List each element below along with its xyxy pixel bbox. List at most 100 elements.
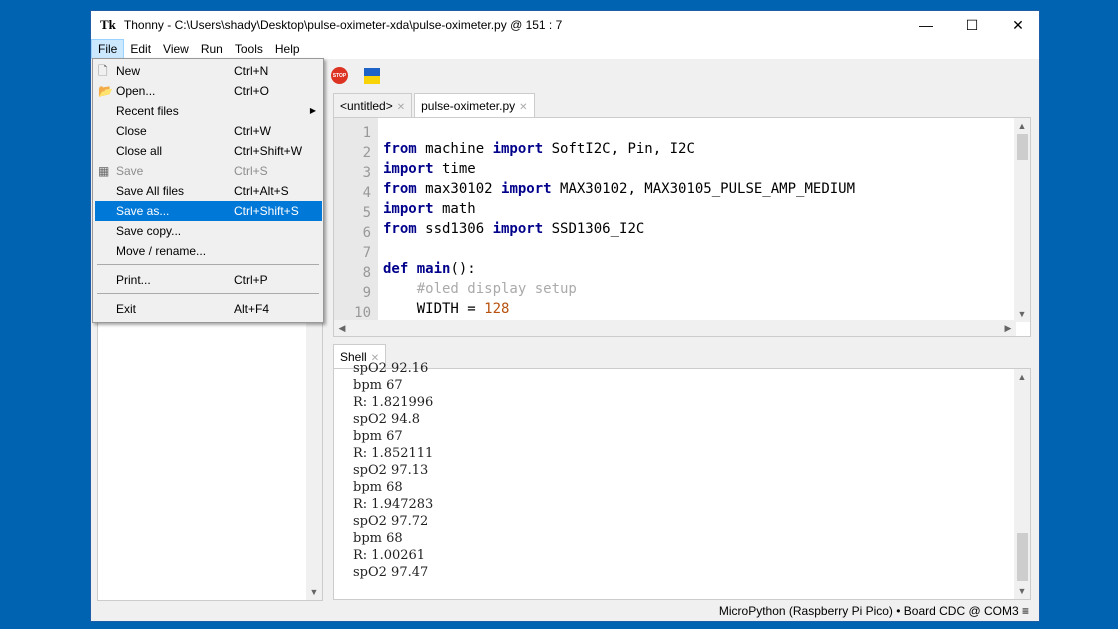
menu-item-move-rename[interactable]: Move / rename... [95, 241, 322, 261]
menu-edit[interactable]: Edit [124, 39, 157, 59]
menu-item-recent-files[interactable]: Recent files ▶ [95, 101, 322, 121]
close-tab-icon[interactable]: ✕ [519, 102, 527, 113]
shell-line: bpm 68 [353, 480, 403, 495]
line-number: 9 [362, 285, 371, 301]
scroll-right-icon[interactable]: ▶ [1000, 320, 1016, 336]
shell-line: R: 1.947283 [353, 497, 434, 512]
window-title: Thonny - C:\Users\shady\Desktop\pulse-ox… [123, 18, 563, 32]
menu-item-label: Open... [116, 84, 156, 98]
line-number: 5 [362, 205, 371, 221]
menu-item-close[interactable]: Close Ctrl+W [95, 121, 322, 141]
menu-bar: File Edit View Run Tools Help [91, 39, 1039, 59]
shell-line: R: 1.821996 [353, 395, 434, 410]
open-folder-icon: 📂 [98, 84, 113, 98]
menu-item-shortcut: Ctrl+S [234, 164, 268, 178]
tab-label: <untitled> [340, 99, 393, 113]
menu-view[interactable]: View [157, 39, 195, 59]
menu-item-shortcut: Ctrl+W [234, 124, 271, 138]
editor-vscrollbar[interactable]: ▲ ▼ [1014, 118, 1030, 322]
shell-line: bpm 67 [353, 429, 403, 444]
scroll-down-icon[interactable]: ▼ [1014, 583, 1030, 599]
shell-line: spO2 97.47 [353, 565, 429, 580]
menu-separator [97, 293, 319, 294]
menu-item-label: Save as... [116, 204, 170, 218]
line-number: 8 [362, 265, 371, 281]
editor-hscrollbar[interactable]: ◀ ▶ [334, 320, 1016, 336]
close-tab-icon[interactable]: ✕ [397, 102, 405, 113]
editor-tabs: <untitled> ✕ pulse-oximeter.py ✕ [333, 93, 537, 117]
scroll-left-icon[interactable]: ◀ [334, 320, 350, 336]
menu-item-label: Close [116, 124, 147, 138]
menu-item-shortcut: Ctrl+P [234, 273, 268, 287]
stop-icon[interactable]: STOP [331, 67, 348, 84]
close-button[interactable]: ✕ [995, 11, 1041, 39]
code-editor[interactable]: 1 2 3 4 5 6 7 8 9 10 from machine import SoftI2C,… [333, 117, 1031, 337]
menu-item-label: Exit [116, 302, 137, 316]
menu-item-open[interactable]: 📂 Open... Ctrl+O [95, 81, 322, 101]
code-text[interactable]: from machine import SoftI2C, Pin, I2C imp… [383, 123, 1013, 322]
menu-item-label: Save [116, 164, 144, 178]
menu-item-shortcut: Alt+F4 [234, 302, 270, 316]
line-number: 1 [362, 125, 371, 141]
menu-item-save-all-files[interactable]: Save All files Ctrl+Alt+S [95, 181, 322, 201]
shell-output: spO2 92.16 bpm 67 R: 1.821996 spO2 94.8 bpm … [353, 360, 433, 581]
scroll-down-icon[interactable]: ▼ [1014, 306, 1030, 322]
line-number: 2 [362, 145, 371, 161]
shell-vscrollbar[interactable]: ▲ ▼ [1014, 369, 1030, 599]
menu-item-shortcut: Ctrl+Shift+S [234, 204, 299, 218]
shell-line: spO2 94.8 [353, 412, 420, 427]
menu-item-shortcut: Ctrl+O [234, 84, 270, 98]
tab-label: pulse-oximeter.py [421, 99, 516, 113]
line-number: 3 [362, 165, 371, 181]
tab-untitled[interactable]: <untitled> ✕ [333, 93, 413, 117]
shell-line: bpm 68 [353, 531, 403, 546]
menu-item-label: Save copy... [116, 224, 182, 238]
shell-line: spO2 97.72 [353, 514, 429, 529]
menu-item-label: Print... [116, 273, 151, 287]
scroll-thumb[interactable] [1017, 533, 1028, 581]
new-file-icon: 🗋 [98, 64, 108, 78]
shell-line: spO2 97.13 [353, 463, 429, 478]
menu-item-print[interactable]: Print... Ctrl+P [95, 270, 322, 290]
shell-line: bpm 67 [353, 378, 403, 393]
menu-help[interactable]: Help [269, 39, 306, 59]
scroll-down-icon[interactable]: ▼ [306, 584, 322, 600]
menu-item-new[interactable]: 🗋 New Ctrl+N [95, 61, 322, 81]
submenu-arrow-icon: ▶ [309, 106, 316, 115]
save-icon: ▦ [98, 164, 110, 178]
line-number: 7 [362, 245, 371, 261]
tab-pulse-oximeter[interactable]: pulse-oximeter.py ✕ [414, 93, 535, 117]
title-bar: Tk Thonny - C:\Users\shady\Desktop\pulse… [91, 11, 1039, 39]
menu-item-shortcut: Ctrl+Alt+S [234, 184, 289, 198]
menu-item-label: New [116, 64, 141, 78]
menu-item-save[interactable]: ▦ Save Ctrl+S [95, 161, 322, 181]
menu-item-exit[interactable]: Exit Alt+F4 [95, 299, 322, 319]
menu-item-shortcut: Ctrl+Shift+W [234, 144, 303, 158]
menu-item-label: Save All files [116, 184, 185, 198]
menu-separator [97, 264, 319, 265]
file-menu-dropdown: 🗋 New Ctrl+N 📂 Open... Ctrl+O Recent files ▶ Clo… [92, 58, 324, 323]
menu-item-save-copy[interactable]: Save copy... [95, 221, 322, 241]
menu-run[interactable]: Run [195, 39, 229, 59]
menu-item-label: Move / rename... [116, 244, 207, 258]
thonny-logo: Tk [100, 17, 116, 32]
line-numbers: 1 2 3 4 5 6 7 8 9 10 [334, 118, 378, 322]
shell-line: R: 1.852111 [353, 446, 434, 461]
scroll-up-icon[interactable]: ▲ [1014, 369, 1030, 385]
maximize-button[interactable]: ☐ [949, 11, 995, 39]
scroll-thumb[interactable] [1017, 134, 1028, 160]
menu-item-close-all[interactable]: Close all Ctrl+Shift+W [95, 141, 322, 161]
line-number: 4 [362, 185, 371, 201]
scroll-up-icon[interactable]: ▲ [1014, 118, 1030, 134]
status-bar[interactable]: MicroPython (Raspberry Pi Pico) • Board … [91, 599, 1039, 621]
line-number: 6 [362, 225, 371, 241]
ukraine-flag-icon[interactable] [364, 68, 380, 84]
menu-tools[interactable]: Tools [229, 39, 269, 59]
shell-panel[interactable]: spO2 92.16 bpm 67 R: 1.821996 spO2 94.8 bpm … [333, 361, 1031, 600]
menu-item-label: Close all [116, 144, 163, 158]
minimize-button[interactable]: — [903, 11, 949, 39]
menu-item-shortcut: Ctrl+N [234, 64, 269, 78]
menu-item-save-as[interactable]: Save as... Ctrl+Shift+S [95, 201, 322, 221]
shell-line: R: 1.00261 [353, 548, 426, 563]
menu-file[interactable]: File [91, 39, 125, 59]
